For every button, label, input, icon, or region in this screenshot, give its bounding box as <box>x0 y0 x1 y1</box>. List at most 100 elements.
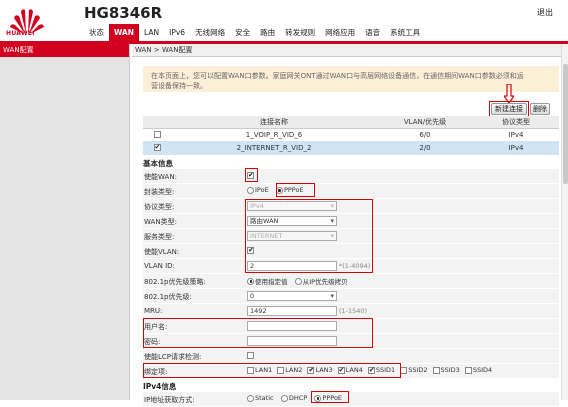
row-enable-wan: 使能WAN: <box>143 169 559 184</box>
policy-copy-radio[interactable] <box>294 277 302 285</box>
bind-ssid2-checkbox[interactable] <box>400 366 408 374</box>
col-select <box>143 116 171 129</box>
nav-tab-4[interactable]: 无线网络 <box>190 24 230 41</box>
lcp-checkbox[interactable] <box>247 351 254 359</box>
ip-mode-label: IP地址获取方式: <box>144 396 195 404</box>
bind-ssid3-checkbox[interactable] <box>432 366 440 374</box>
row-checkbox-cell[interactable] <box>143 141 171 155</box>
vlan-id-input[interactable]: 2 <box>247 261 337 271</box>
row-lcp: 使能LCP请求检测: <box>143 349 559 364</box>
nav-tab-10[interactable]: 系统工具 <box>385 24 425 41</box>
enable-vlan-checkbox[interactable] <box>247 246 254 254</box>
bind-label: 绑定项: <box>144 368 168 376</box>
nav-tab-1[interactable]: WAN <box>109 24 140 41</box>
scrollbar[interactable] <box>561 44 568 400</box>
mru-input[interactable]: 1492 <box>247 306 337 316</box>
nav-tab-7[interactable]: 转发规则 <box>280 24 320 41</box>
policy-label: 802.1p优先级策略: <box>144 278 206 286</box>
prio-label: 802.1p优先级: <box>144 293 192 301</box>
ip-pppoe-label: PPPoE <box>322 394 343 402</box>
new-connection-button[interactable]: 新建连接 <box>491 103 527 115</box>
logout-link[interactable]: 退出 <box>537 7 553 18</box>
bind-lan4-label: LAN4 <box>345 366 363 374</box>
mru-hint: (1-1540) <box>339 307 368 315</box>
top-header: HUAWEI HG8346R 退出 状态 WAN LAN IPv6 无线网络 安全 路由 转发… <box>0 0 568 41</box>
basic-info-title: 基本信息 <box>143 159 173 168</box>
bind-lan1-label: LAN1 <box>255 366 273 374</box>
bind-ssid1-label: SSID1 <box>375 366 396 374</box>
sidebar-item-wan-config[interactable]: WAN配置 <box>0 44 129 57</box>
table-row[interactable]: 1_VOIP_R_VID_6 6/0 IPv4 <box>143 128 559 142</box>
proto-label: 协议类型: <box>144 203 175 211</box>
static-label: Static <box>255 394 274 402</box>
main-nav: 状态 WAN LAN IPv6 无线网络 安全 路由 转发规则 网络应用 语音 系统工具 <box>84 24 425 41</box>
bind-lan3-checkbox[interactable] <box>307 366 315 374</box>
row-mru: MRU: 1492 (1-1540) <box>143 304 559 319</box>
password-input[interactable] <box>247 336 337 346</box>
dhcp-radio[interactable] <box>280 394 288 402</box>
row-encap: 封装类型: IPoE PPPoE <box>143 184 559 199</box>
bind-ssid1-checkbox[interactable] <box>367 366 375 374</box>
username-label: 用户名: <box>144 323 168 331</box>
password-label: 密码: <box>144 338 161 346</box>
col-proto: 协议类型 <box>473 116 559 129</box>
policy-fixed-label: 使用指定值 <box>255 278 288 286</box>
pppoe-label: PPPoE <box>283 186 304 194</box>
row-enable-vlan: 使能VLAN: <box>143 244 559 259</box>
bind-ssid4-checkbox[interactable] <box>464 366 472 374</box>
nav-tab-5[interactable]: 安全 <box>230 24 255 41</box>
proto-select[interactable]: IPv4 <box>247 201 337 211</box>
device-model: HG8346R <box>84 4 163 22</box>
enable-wan-checkbox[interactable] <box>247 171 254 179</box>
brand-name: HUAWEI <box>6 30 35 37</box>
bind-lan1-checkbox[interactable] <box>247 366 254 374</box>
nav-tab-0[interactable]: 状态 <box>84 24 109 41</box>
sidebar: WAN配置 <box>0 44 130 400</box>
row-proto: IPv4 <box>473 141 559 155</box>
ipoe-radio[interactable] <box>247 186 254 194</box>
nav-tab-3[interactable]: IPv6 <box>164 24 190 41</box>
bind-ssid3-label: SSID3 <box>440 366 460 374</box>
pppoe-radio[interactable] <box>275 186 283 194</box>
row-proto: 协议类型: IPv4 <box>143 199 559 214</box>
bind-lan3-label: LAN3 <box>315 366 333 374</box>
delete-button[interactable]: 删除 <box>530 103 550 115</box>
encap-label: 封装类型: <box>144 188 175 196</box>
service-select[interactable]: INTERNET <box>247 231 337 241</box>
static-radio[interactable] <box>247 394 254 402</box>
dhcp-label: DHCP <box>288 394 308 402</box>
row-service: 服务类型: INTERNET <box>143 229 559 244</box>
row-checkbox[interactable] <box>153 143 161 151</box>
vlan-id-hint: *(1-4094) <box>339 262 371 270</box>
ip-pppoe-radio[interactable] <box>314 394 322 402</box>
nav-tab-6[interactable]: 路由 <box>255 24 280 41</box>
row-checkbox[interactable] <box>153 131 161 138</box>
mru-label: MRU: <box>144 307 163 315</box>
username-input[interactable] <box>247 321 337 331</box>
wan-type-label: WAN类型: <box>144 218 177 226</box>
enable-wan-label: 使能WAN: <box>144 173 177 181</box>
scrollbar-thumb[interactable] <box>563 64 568 184</box>
bind-ssid4-label: SSID4 <box>472 366 493 374</box>
nav-tab-9[interactable]: 语音 <box>360 24 385 41</box>
nav-tab-2[interactable]: LAN <box>139 24 164 41</box>
row-vlan: 2/0 <box>377 141 473 155</box>
vlan-id-label: VLAN ID: <box>144 262 175 270</box>
row-proto: IPv4 <box>473 128 559 142</box>
prio-select[interactable]: 0 <box>247 291 337 301</box>
row-checkbox-cell[interactable] <box>143 128 171 142</box>
row-username: 用户名: <box>143 319 559 334</box>
policy-fixed-radio[interactable] <box>247 277 254 285</box>
arrow-down-icon <box>504 84 514 104</box>
bind-lan2-checkbox[interactable] <box>277 366 285 374</box>
enable-vlan-label: 使能VLAN: <box>144 248 180 256</box>
row-vlan: 6/0 <box>377 128 473 142</box>
notice-line-1: 在本页面上，您可以配置WAN口参数。家庭网关ONT通过WAN口与高层网络设备通信… <box>151 72 524 80</box>
bind-lan2-label: LAN2 <box>285 366 303 374</box>
bind-lan4-checkbox[interactable] <box>337 366 345 374</box>
col-vlan: VLAN/优先级 <box>377 116 473 129</box>
table-row[interactable]: 2_INTERNET_R_VID_22/0IPv4 <box>143 141 559 155</box>
wan-type-select[interactable]: 路由WAN <box>247 216 337 226</box>
row-policy: 802.1p优先级策略: 使用指定值 从IP优先级拷贝 <box>143 274 559 289</box>
nav-tab-8[interactable]: 网络应用 <box>320 24 360 41</box>
